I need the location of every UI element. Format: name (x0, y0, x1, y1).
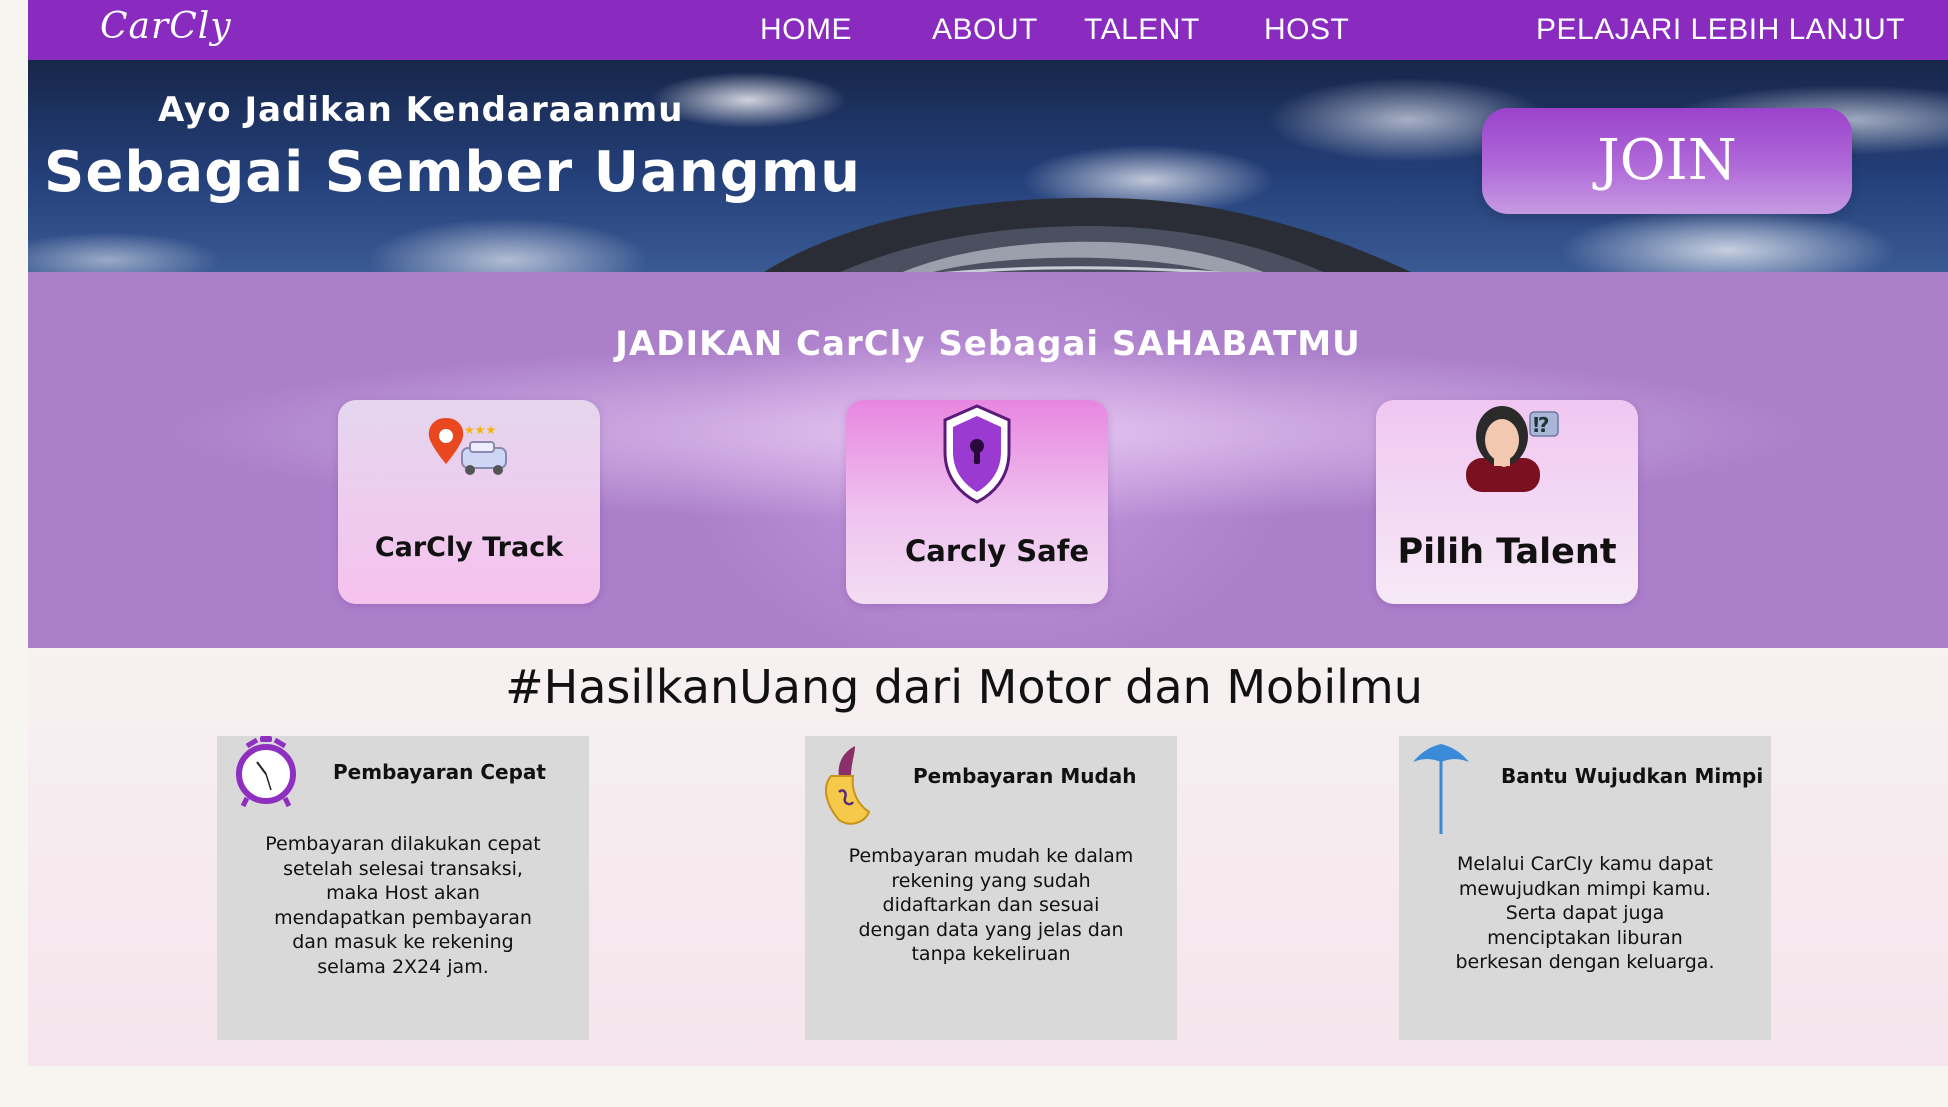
features-title: JADIKAN CarCly Sebagai SAHABATMU (615, 324, 1361, 364)
page: CarCly HOME ABOUT TALENT HOST PELAJARI L… (28, 0, 1948, 1080)
nav-home[interactable]: HOME (760, 13, 852, 47)
info-line: Pembayaran dilakukan cepat (265, 833, 541, 855)
card-carcly-track[interactable]: ★★★ CarCly Track (338, 400, 600, 604)
umbrella-icon (1411, 744, 1471, 840)
info-line: Pembayaran mudah ke dalam (848, 845, 1134, 867)
info-line: didaftarkan dan sesuai (882, 894, 1100, 916)
earn-title: #HasilkanUang dari Motor dan Mobilmu (505, 660, 1423, 714)
talent-badge-text: ⁉ (1533, 413, 1550, 437)
info-body: Pembayaran mudah ke dalam rekening yang … (825, 844, 1157, 967)
location-car-icon: ★★★ (338, 414, 600, 488)
info-heading: Pembayaran Cepat (333, 760, 546, 784)
hero-banner: Ayo Jadikan Kendaraanmu Sebagai Sember U… (28, 60, 1948, 272)
earn-section: #HasilkanUang dari Motor dan Mobilmu Pem… (28, 648, 1948, 1066)
shield-lock-icon (846, 402, 1108, 510)
info-line: mewujudkan mimpi kamu. (1458, 877, 1712, 900)
info-line: dengan data yang jelas dan (858, 918, 1124, 941)
alarm-clock-icon (233, 736, 299, 812)
card-pilih-talent[interactable]: ⁉ Pilih Talent (1376, 400, 1638, 604)
svg-text:★★★: ★★★ (464, 423, 496, 437)
join-button[interactable]: JOIN (1482, 108, 1852, 214)
info-line: maka Host akan (326, 882, 480, 904)
hero-title: Sebagai Sember Uangmu (44, 140, 862, 205)
card-label: CarCly Track (374, 532, 564, 563)
nav-about[interactable]: ABOUT (932, 13, 1038, 47)
info-card-easy-payment: Pembayaran Mudah Pembayaran mudah ke dal… (805, 736, 1177, 1040)
info-line: mendapatkan pembayaran (274, 906, 532, 929)
nav-talent[interactable]: TALENT (1084, 13, 1200, 47)
info-line: berkesan dengan keluarga. (1455, 951, 1715, 973)
info-heading: Pembayaran Mudah (913, 764, 1137, 788)
logo[interactable]: CarCly (100, 6, 232, 47)
info-line: Serta dapat juga (1505, 902, 1665, 924)
nav-host[interactable]: HOST (1264, 13, 1349, 47)
nav-learn-more[interactable]: PELAJARI LEBIH LANJUT (1536, 13, 1905, 47)
card-label: Carcly Safe (904, 534, 1090, 568)
info-card-fast-payment: Pembayaran Cepat Pembayaran dilakukan ce… (217, 736, 589, 1040)
info-card-dreams: Bantu Wujudkan Mimpi Melalui CarCly kamu… (1399, 736, 1771, 1040)
info-line: menciptakan liburan (1487, 926, 1683, 949)
info-line: rekening yang sudah (891, 869, 1091, 892)
info-body: Pembayaran dilakukan cepat setelah seles… (237, 832, 569, 979)
info-line: dan masuk ke rekening (292, 931, 514, 953)
features-section: JADIKAN CarCly Sebagai SAHABATMU ★★★ Car… (28, 272, 1948, 648)
card-label: Pilih Talent (1397, 532, 1617, 572)
info-line: tanpa kekeliruan (911, 943, 1071, 965)
card-carcly-safe[interactable]: Carcly Safe (846, 400, 1108, 604)
info-line: selama 2X24 jam. (317, 955, 489, 978)
money-icon (821, 746, 875, 834)
info-heading: Bantu Wujudkan Mimpi (1501, 764, 1764, 788)
person-question-icon: ⁉ (1376, 406, 1638, 496)
info-body: Melalui CarCly kamu dapat mewujudkan mim… (1419, 852, 1751, 975)
info-line: Melalui CarCly kamu dapat (1457, 853, 1713, 875)
navbar: CarCly HOME ABOUT TALENT HOST PELAJARI L… (28, 0, 1948, 60)
hero-subtitle: Ayo Jadikan Kendaraanmu (158, 90, 684, 130)
info-line: setelah selesai transaksi, (283, 857, 523, 880)
